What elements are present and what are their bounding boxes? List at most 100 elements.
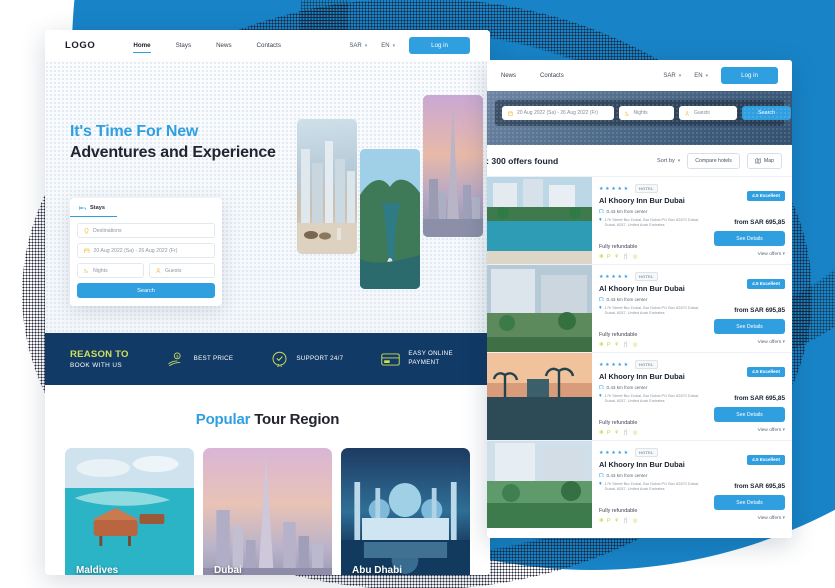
chevron-down-icon: ▾ xyxy=(678,72,682,79)
hotel-stars: ★ ★ ★ ★ ★ HOTEL xyxy=(599,360,708,369)
screenshot-stage: LOGO Home Stays News Contacts SAR ▾ EN ▾… xyxy=(0,0,835,588)
hotel-name[interactable]: Al Khoory Inn Bur Dubai xyxy=(599,372,708,381)
hotel-refund-label: Fully refundable xyxy=(599,508,638,514)
map-icon xyxy=(755,158,761,164)
hotel-card[interactable]: ★ ★ ★ ★ ★ HOTEL Al Khoory Inn Bur Dubai … xyxy=(487,440,792,528)
hotel-info: ★ ★ ★ ★ ★ HOTEL Al Khoory Inn Bur Dubai … xyxy=(592,353,714,440)
destination-card-row: Maldives Dubai Abu Dhabi xyxy=(45,428,490,575)
hotel-stars: ★ ★ ★ ★ ★ HOTEL xyxy=(599,272,708,281)
results-title: ai: 300 offers found xyxy=(487,156,559,166)
distance-icon xyxy=(599,472,604,477)
burj-khalifa-art xyxy=(423,101,483,237)
nav-item-home[interactable]: Home xyxy=(133,42,151,53)
view-offers-toggle[interactable]: View offers ▾ xyxy=(714,339,785,345)
date-range-value: 20 Aug 2022 (Sa) - 26 Aug 2022 (Fr) xyxy=(93,247,178,254)
star-icon: ★ xyxy=(623,185,629,192)
left-navbar: LOGO Home Stays News Contacts SAR ▾ EN ▾… xyxy=(45,30,490,61)
hero-heading: It's Time For New Adventures and Experie… xyxy=(70,123,276,162)
results-date-input[interactable]: 20 Aug 2022 (Sa) - 26 Aug 2022 (Fr) xyxy=(502,106,614,120)
nav-item-news[interactable]: News xyxy=(216,42,231,49)
moon-icon xyxy=(625,111,629,116)
destination-name-abudhabi: Abu Dhabi xyxy=(352,565,402,575)
logo[interactable]: LOGO xyxy=(65,40,95,51)
destination-name-dubai: Dubai xyxy=(214,565,242,575)
map-button[interactable]: Map xyxy=(746,153,782,169)
bed-icon xyxy=(79,206,86,210)
nav-item-stays[interactable]: Stays xyxy=(176,42,191,49)
nav-item-contacts[interactable]: Contacts xyxy=(257,42,281,49)
tab-stays[interactable]: Stays xyxy=(70,200,117,217)
results-nights-input[interactable]: Nights xyxy=(619,106,674,120)
hotel-price: from SAR 695,85 xyxy=(734,395,785,402)
hotel-amenities: ✻ P ⚘ 🍴 ◎ xyxy=(599,518,637,524)
destination-card-dubai[interactable]: Dubai xyxy=(203,448,332,575)
reason-bar: REASON TO BOOK WITH US $ BEST PRICE 24 S… xyxy=(45,333,490,385)
results-search-bar: 20 Aug 2022 (Sa) - 26 Aug 2022 (Fr) Nigh… xyxy=(495,100,792,126)
view-offers-toggle[interactable]: View offers ▾ xyxy=(714,251,785,257)
currency-selector[interactable]: SAR ▾ xyxy=(349,43,367,49)
reason-item-payment: EASY ONLINE PAYMENT xyxy=(381,350,453,368)
tab-stays-label: Stays xyxy=(90,205,105,211)
calendar-icon xyxy=(508,110,513,116)
see-details-button[interactable]: See Details xyxy=(714,495,785,510)
person-icon xyxy=(685,110,689,116)
destination-input[interactable]: Destinations xyxy=(77,223,215,238)
camels-skyline-art xyxy=(297,141,357,254)
search-button[interactable]: Search xyxy=(77,283,215,298)
chevron-down-icon: ▾ xyxy=(782,339,785,345)
results-guests-input[interactable]: Guests xyxy=(679,106,737,120)
hotel-name[interactable]: Al Khoory Inn Bur Dubai xyxy=(599,460,708,469)
view-offers-toggle[interactable]: View offers ▾ xyxy=(714,515,785,521)
hotel-distance: 0.43 km from center xyxy=(599,385,708,390)
see-details-button[interactable]: See Details xyxy=(714,319,785,334)
hotel-card[interactable]: ★ ★ ★ ★ ★ HOTEL Al Khoory Inn Bur Dubai … xyxy=(487,352,792,440)
language-selector[interactable]: EN ▾ xyxy=(381,43,395,49)
location-pin-icon xyxy=(599,217,602,221)
hotel-distance-label: 0.43 km from center xyxy=(606,208,648,214)
sort-by-dropdown[interactable]: Sort by ▾ xyxy=(657,158,680,164)
destination-card-abudhabi[interactable]: Abu Dhabi xyxy=(341,448,470,575)
hotel-building-art xyxy=(487,265,592,352)
hotel-distance: 0.43 km from center xyxy=(599,209,708,214)
view-offers-toggle[interactable]: View offers ▾ xyxy=(714,427,785,433)
person-icon xyxy=(155,268,160,273)
login-button[interactable]: Log in xyxy=(409,37,470,54)
see-details-button[interactable]: See Details xyxy=(714,231,785,246)
hotel-refund-label: Fully refundable xyxy=(599,420,638,426)
destination-card-maldives[interactable]: Maldives xyxy=(65,448,194,575)
right-nav-item-news[interactable]: News xyxy=(501,73,516,79)
credit-card-icon xyxy=(381,352,401,366)
nights-input[interactable]: Nights xyxy=(77,263,144,278)
hotel-address-label: 17h Street Bur Dubai, Bur Dubai PO Box 6… xyxy=(604,216,700,228)
guests-input[interactable]: Guests xyxy=(148,263,215,278)
hotel-card[interactable]: ★ ★ ★ ★ ★ HOTEL Al Khoory Inn Bur Dubai … xyxy=(487,176,792,264)
calendar-icon xyxy=(84,248,90,254)
chevron-down-icon: ▾ xyxy=(705,72,709,79)
star-icon: ★ xyxy=(611,273,616,280)
hotel-card[interactable]: ★ ★ ★ ★ ★ HOTEL Al Khoory Inn Bur Dubai … xyxy=(487,264,792,352)
right-language-selector[interactable]: EN ▾ xyxy=(694,73,708,79)
search-card-body: Destinations 20 Aug 2022 (Sa) - 26 Aug 2… xyxy=(70,217,222,306)
location-pin-icon xyxy=(84,227,89,234)
hotel-name[interactable]: Al Khoory Inn Bur Dubai xyxy=(599,196,708,205)
right-navbar-actions: SAR ▾ EN ▾ Log in xyxy=(663,67,778,84)
language-label: EN xyxy=(381,42,390,49)
popular-title: Popular Tour Region xyxy=(45,411,490,428)
star-icon: ★ xyxy=(599,361,604,368)
svg-text:$: $ xyxy=(176,354,178,358)
see-details-button[interactable]: See Details xyxy=(714,407,785,422)
results-header: ai: 300 offers found Sort by ▾ Compare h… xyxy=(487,145,792,176)
right-login-button[interactable]: Log in xyxy=(721,67,778,84)
gym-icon: ◎ xyxy=(632,430,638,436)
hotel-name[interactable]: Al Khoory Inn Bur Dubai xyxy=(599,284,708,293)
right-currency-selector[interactable]: SAR ▾ xyxy=(663,73,681,79)
date-range-input[interactable]: 20 Aug 2022 (Sa) - 26 Aug 2022 (Fr) xyxy=(77,243,215,258)
chevron-down-icon: ▾ xyxy=(782,515,785,521)
results-search-button[interactable]: Search xyxy=(742,106,792,120)
right-nav-item-contacts[interactable]: Contacts xyxy=(540,73,564,79)
compare-hotels-button[interactable]: Compare hotels xyxy=(687,153,740,169)
hotel-score-badge: 4.5 Excellent xyxy=(747,366,785,377)
parking-icon: P xyxy=(607,430,611,436)
main-nav: Home Stays News Contacts xyxy=(133,42,281,53)
hero-image-group xyxy=(292,61,483,333)
